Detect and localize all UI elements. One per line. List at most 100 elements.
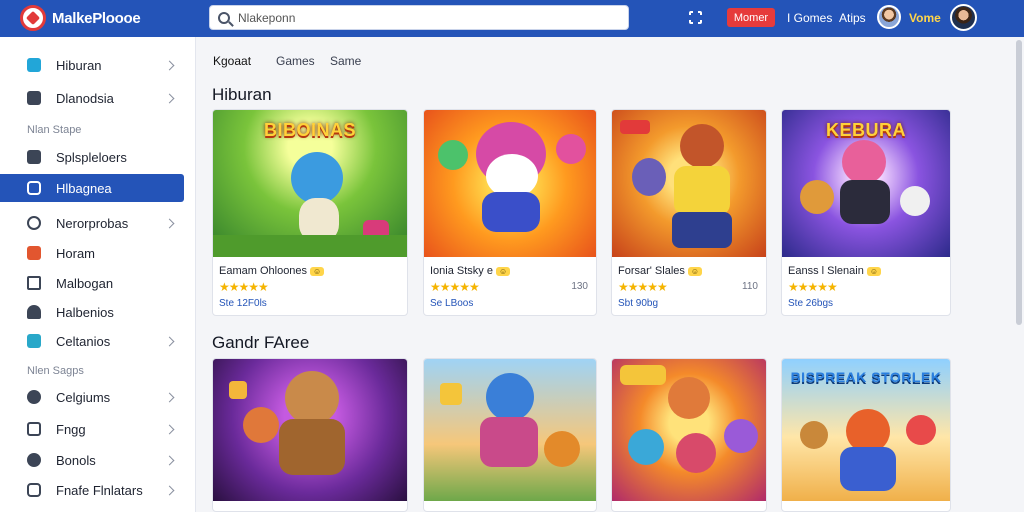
sidebar-item-label: Bonols [56, 452, 96, 468]
topnav-red-button[interactable]: Momer [727, 8, 775, 27]
sidebar-item-label: Splspleloers [56, 149, 127, 165]
game-thumbnail [213, 359, 407, 501]
sidebar-item-label: Horam [56, 245, 96, 261]
sidebar-item-label: Hlbagnea [56, 180, 112, 196]
game-subtitle: Se LBoos [430, 298, 474, 309]
chevron-right-icon [164, 218, 175, 228]
sidebar-item-label: Hiburan [56, 57, 102, 73]
pencil-icon [27, 150, 41, 164]
chevron-right-icon [164, 455, 175, 465]
sidebar-item-fngg[interactable]: Fngg [0, 415, 184, 443]
sidebar-item-label: Dlanodsia [56, 90, 114, 106]
game-card[interactable] [611, 358, 767, 512]
settings-icon [27, 483, 41, 497]
game-thumbnail [612, 110, 766, 257]
user-name[interactable]: Vome [909, 11, 941, 25]
scrollbar[interactable] [1016, 40, 1022, 325]
chevron-right-icon [164, 93, 175, 103]
game-title: Eamam Ohloones ☺ [219, 265, 325, 277]
chevron-right-icon [164, 392, 175, 402]
sidebar-item-fnafe[interactable]: Fnafe Flnlatars [0, 476, 184, 504]
game-thumbnail [424, 359, 596, 501]
search-box[interactable] [209, 5, 629, 30]
rating-stars: ★★★★★ [430, 280, 480, 294]
game-icon [27, 58, 41, 72]
search-input[interactable] [238, 10, 618, 25]
game-card[interactable] [212, 358, 408, 512]
game-title: Ionia Stsky e ☺ [430, 265, 511, 277]
compass-icon [27, 390, 41, 404]
flag-icon [27, 422, 41, 436]
sidebar-item-label: Fnafe Flnlatars [56, 482, 143, 498]
sidebar-item-nerorprobas[interactable]: Nerorprobas [0, 209, 184, 237]
game-card[interactable]: KEBURA Eanss l Slenain ☺ ★★★★★ Ste 26bgs [781, 109, 951, 316]
sidebar-item-horam[interactable]: Horam [0, 239, 184, 267]
tab-games[interactable]: Games [276, 54, 315, 68]
game-title: Eanss l Slenain ☺ [788, 265, 881, 277]
rating-stars: ★★★★★ [618, 280, 668, 294]
sidebar: Hiburan Dlanodsia Nlan Stape Splspleloer… [0, 37, 196, 512]
tab-same[interactable]: Same [330, 54, 361, 68]
sidebar-item-label: Fngg [56, 421, 86, 437]
game-card[interactable]: Forsar' Slales ☺ ★★★★★ 110 Sbt 90bg [611, 109, 767, 316]
chevron-right-icon [164, 336, 175, 346]
user-icon [27, 305, 41, 319]
game-thumbnail [424, 110, 596, 257]
top-bar: MalkePloooe Momer I Gomes Atips Vome [0, 0, 1024, 37]
game-subtitle: Sbt 90bg [618, 298, 659, 309]
globe-icon [27, 453, 41, 467]
game-card[interactable]: Ionia Stsky e ☺ ★★★★★ 130 Se LBoos [423, 109, 597, 316]
section-title: Hiburan [212, 85, 272, 104]
home-icon [27, 276, 41, 290]
sidebar-item-label: Malbogan [56, 275, 114, 291]
sidebar-item-label: Celgiums [56, 389, 111, 405]
app-logo-text: MalkePloooe [52, 9, 141, 27]
game-card[interactable]: BIBOINAS Eamam Ohloones ☺ ★★★★★ Ste 12F0l… [212, 109, 408, 316]
sidebar-section-label: Nlen Sagps [27, 365, 84, 377]
game-card[interactable] [423, 358, 597, 512]
game-card[interactable]: BISPREAK STORLEK [781, 358, 951, 512]
sidebar-item-label: Halbenios [56, 304, 114, 320]
topnav-link-apps[interactable]: Atips [839, 11, 866, 25]
game-thumbnail: BISPREAK STORLEK [782, 359, 950, 501]
thumb-title: BISPREAK STORLEK [790, 369, 942, 385]
profile-avatar[interactable] [950, 4, 977, 31]
sidebar-item-bonols[interactable]: Bonols [0, 446, 184, 474]
game-meta: 110 [742, 281, 758, 292]
search-icon [218, 11, 230, 24]
thumb-title: KEBURA [825, 120, 906, 140]
sidebar-item-malbogan[interactable]: Malbogan [0, 269, 184, 297]
sidebar-item-dlanodsia[interactable]: Dlanodsia [0, 84, 184, 112]
sidebar-item-halbenios[interactable]: Halbenios [0, 298, 184, 326]
game-thumbnail: KEBURA [782, 110, 950, 257]
rating-stars: ★★★★★ [219, 280, 269, 294]
app-logo[interactable]: MalkePloooe [20, 5, 141, 31]
fullscreen-icon[interactable] [688, 10, 703, 25]
logo-icon [20, 5, 46, 31]
game-title: Forsar' Slales ☺ [618, 265, 703, 277]
chat-icon [27, 181, 41, 195]
sidebar-item-celtanios[interactable]: Celtanios [0, 327, 184, 355]
game-thumbnail [612, 359, 766, 501]
section-title: Gandr FAree [212, 333, 310, 352]
sidebar-section-label: Nlan Stape [27, 124, 82, 136]
shield-icon [27, 216, 41, 230]
game-meta: 130 [571, 281, 588, 292]
sidebar-item-label: Nerorprobas [56, 215, 129, 231]
chevron-right-icon [164, 60, 175, 70]
thumb-title: BIBOINAS [263, 120, 356, 140]
tab-kgoaat[interactable]: Kgoaat [213, 54, 251, 68]
sidebar-item-splspleloers[interactable]: Splspleloers [0, 143, 184, 171]
avatar[interactable] [877, 5, 901, 29]
flame-icon [27, 246, 41, 260]
sidebar-item-hlbagnea[interactable]: Hlbagnea [0, 174, 184, 202]
topnav-link-games[interactable]: I Gomes [787, 11, 832, 25]
game-subtitle: Ste 26bgs [788, 298, 834, 309]
sidebar-item-hiburan[interactable]: Hiburan [0, 51, 184, 79]
chevron-right-icon [164, 485, 175, 495]
chevron-right-icon [164, 424, 175, 434]
rating-stars: ★★★★★ [788, 280, 838, 294]
game-thumbnail: BIBOINAS [213, 110, 407, 257]
sidebar-item-celgiums[interactable]: Celgiums [0, 383, 184, 411]
game-subtitle: Ste 12F0ls [219, 298, 267, 309]
